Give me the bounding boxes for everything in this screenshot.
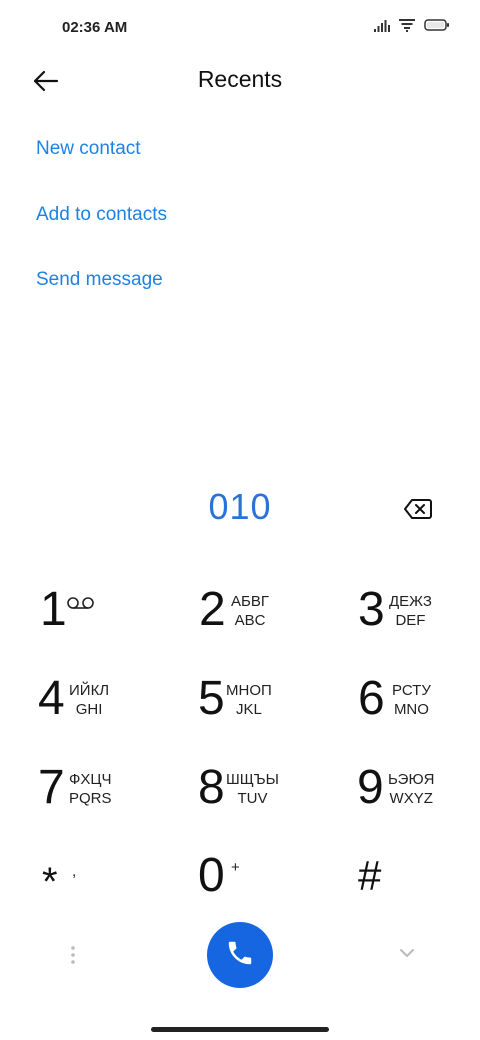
wifi-icon	[398, 18, 416, 37]
key-letters: ДЕЖЗ DEF	[389, 592, 432, 630]
key-hash[interactable]: #	[358, 838, 480, 918]
key-letters-cyrillic: МНОП	[226, 682, 272, 699]
key-6[interactable]: 6 РСТУ MNO	[358, 661, 480, 741]
collapse-keypad-button[interactable]	[398, 946, 416, 960]
more-vertical-icon	[66, 946, 80, 970]
page-title: Recents	[197, 66, 283, 92]
backspace-icon	[403, 499, 433, 526]
key-5[interactable]: 5 МНОП JKL	[198, 661, 348, 741]
key-digit: 0	[198, 849, 225, 902]
key-1[interactable]: 1	[40, 572, 190, 652]
key-letters-latin: DEF	[395, 612, 426, 629]
key-letters: ,	[72, 863, 77, 880]
backspace-button[interactable]	[403, 496, 433, 522]
key-letters-latin: MNO	[393, 701, 429, 718]
status-time: 02:36 AM	[62, 19, 128, 36]
key-digit: 3	[358, 583, 385, 636]
key-letters-latin: PQRS	[69, 790, 112, 807]
key-9[interactable]: 9 ЬЭЮЯ WXYZ	[357, 750, 480, 830]
key-letters-latin: TUV	[237, 790, 268, 807]
key-letters: +	[231, 859, 240, 876]
key-letters-latin: WXYZ	[389, 790, 433, 807]
add-to-contacts-link[interactable]: Add to contacts	[36, 204, 167, 226]
key-letters-cyrillic: ИЙКЛ	[69, 682, 110, 699]
key-star[interactable]: * ,	[42, 838, 192, 918]
key-letters-cyrillic: ЬЭЮЯ	[388, 771, 435, 788]
key-7[interactable]: 7 ФХЦЧ PQRS	[38, 750, 188, 830]
voicemail-icon	[66, 596, 96, 615]
key-digit: 8	[198, 761, 225, 814]
key-letters: ЬЭЮЯ WXYZ	[388, 770, 434, 808]
key-8[interactable]: 8 ШЩЪЫ TUV	[198, 750, 348, 830]
key-digit: 6	[358, 672, 385, 725]
key-letters: АБВГ ABC	[231, 592, 269, 630]
battery-icon	[424, 18, 450, 37]
key-digit: 4	[38, 672, 65, 725]
key-letters-cyrillic: ШЩЪЫ	[226, 771, 279, 788]
key-letters: ФХЦЧ PQRS	[69, 770, 112, 808]
key-4[interactable]: 4 ИЙКЛ GHI	[38, 661, 188, 741]
status-icons	[374, 18, 450, 37]
key-digit: 5	[198, 672, 225, 725]
key-digit: 9	[357, 761, 384, 814]
key-letters-latin: JKL	[235, 701, 262, 718]
key-2[interactable]: 2 АБВГ ABC	[199, 572, 349, 652]
key-digit: 2	[199, 583, 226, 636]
key-digit: #	[358, 852, 382, 899]
new-contact-link[interactable]: New contact	[36, 138, 141, 160]
key-letters-cyrillic: ДЕЖЗ	[389, 593, 432, 610]
key-letters: МНОП JKL	[226, 681, 272, 719]
key-digit: *	[42, 860, 58, 904]
key-letters-cyrillic: ФХЦЧ	[69, 771, 112, 788]
key-3[interactable]: 3 ДЕЖЗ DEF	[358, 572, 480, 652]
home-indicator[interactable]	[151, 1027, 329, 1032]
key-letters: ИЙКЛ GHI	[69, 681, 109, 719]
more-options-button[interactable]	[66, 944, 80, 966]
call-button[interactable]	[207, 922, 273, 988]
signal-icon	[374, 19, 390, 37]
key-letters: РСТУ MNO	[392, 681, 431, 719]
key-digit: 1	[40, 583, 67, 636]
key-letters: ШЩЪЫ TUV	[226, 770, 279, 808]
send-message-link[interactable]: Send message	[36, 269, 163, 291]
key-letters-cyrillic: РСТУ	[392, 682, 431, 699]
key-letters-latin: ABC	[234, 612, 266, 629]
chevron-down-icon	[398, 947, 416, 964]
phone-icon	[225, 938, 255, 973]
key-letters-latin: GHI	[75, 701, 103, 718]
key-letters-cyrillic: АБВГ	[231, 593, 269, 610]
key-digit: 7	[38, 761, 65, 814]
key-0[interactable]: 0 +	[198, 838, 348, 918]
